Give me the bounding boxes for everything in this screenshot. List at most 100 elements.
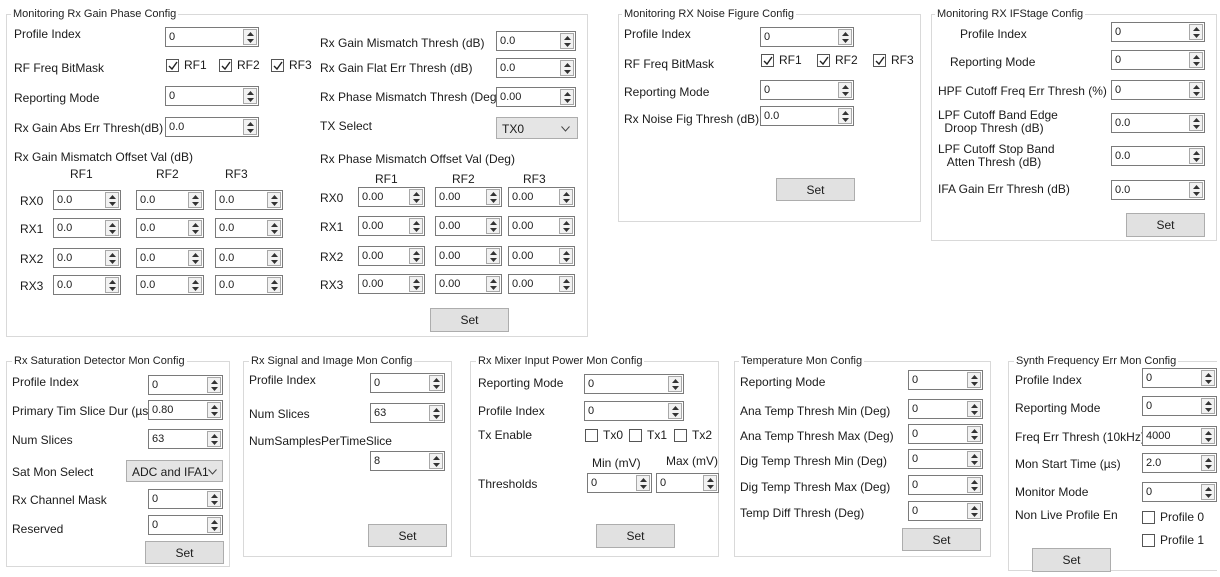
lpf-atten-spinner[interactable]: 0.0: [1111, 146, 1205, 166]
spin-arrows-icon[interactable]: [967, 426, 981, 442]
spin-arrows-icon[interactable]: [838, 108, 852, 124]
synth-profile-index-spinner[interactable]: 0: [1142, 368, 1217, 388]
spin-arrows-icon[interactable]: [207, 402, 221, 418]
channel-mask-spinner[interactable]: 0: [148, 489, 223, 509]
sat-num-slices-spinner[interactable]: 63: [148, 429, 223, 449]
hpf-cutoff-spinner[interactable]: 0: [1111, 80, 1205, 100]
signal-image-set-button[interactable]: Set: [368, 524, 447, 547]
spin-arrows-icon[interactable]: [207, 431, 221, 447]
spin-arrows-icon[interactable]: [559, 189, 573, 205]
spin-arrows-icon[interactable]: [486, 189, 500, 205]
gain-offset-spinner[interactable]: 0.0: [53, 275, 121, 295]
dig-temp-min-spinner[interactable]: 0: [908, 449, 983, 469]
spin-arrows-icon[interactable]: [1201, 484, 1215, 500]
spin-arrows-icon[interactable]: [188, 250, 202, 266]
spin-arrows-icon[interactable]: [105, 220, 119, 236]
nf-reporting-mode-spinner[interactable]: 0: [760, 80, 854, 100]
spin-arrows-icon[interactable]: [188, 192, 202, 208]
nf-thresh-spinner[interactable]: 0.0: [760, 106, 854, 126]
nf-profile-index-spinner[interactable]: 0: [760, 27, 854, 47]
spin-arrows-icon[interactable]: [838, 29, 852, 45]
spin-arrows-icon[interactable]: [559, 276, 573, 292]
spin-arrows-icon[interactable]: [1189, 115, 1203, 131]
ifstage-set-button[interactable]: Set: [1126, 213, 1205, 237]
spin-arrows-icon[interactable]: [967, 451, 981, 467]
phase-offset-spinner[interactable]: 0.00: [358, 246, 425, 266]
ana-temp-min-spinner[interactable]: 0: [908, 399, 983, 419]
min-threshold-spinner[interactable]: 0: [587, 473, 652, 493]
sat-profile-index-spinner[interactable]: 0: [148, 375, 223, 395]
mixer-profile-index-spinner[interactable]: 0: [584, 401, 684, 421]
dig-temp-max-spinner[interactable]: 0: [908, 475, 983, 495]
spin-arrows-icon[interactable]: [243, 29, 257, 45]
si-profile-index-spinner[interactable]: 0: [370, 373, 445, 393]
spin-arrows-icon[interactable]: [1189, 182, 1203, 198]
temp-diff-spinner[interactable]: 0: [908, 501, 983, 521]
spin-arrows-icon[interactable]: [409, 189, 423, 205]
spin-arrows-icon[interactable]: [267, 220, 281, 236]
phase-offset-spinner[interactable]: 0.00: [508, 274, 575, 294]
spin-arrows-icon[interactable]: [105, 277, 119, 293]
gain-offset-spinner[interactable]: 0.0: [215, 218, 283, 238]
spin-arrows-icon[interactable]: [1189, 52, 1203, 68]
spin-arrows-icon[interactable]: [838, 82, 852, 98]
reporting-mode-spinner[interactable]: 0: [165, 86, 259, 106]
spin-arrows-icon[interactable]: [429, 405, 443, 421]
spin-arrows-icon[interactable]: [560, 60, 574, 76]
reserved-spinner[interactable]: 0: [148, 515, 223, 535]
spin-arrows-icon[interactable]: [207, 377, 221, 393]
sat-mon-select-dropdown[interactable]: ADC and IFA1: [126, 460, 223, 482]
spin-arrows-icon[interactable]: [486, 218, 500, 234]
spin-arrows-icon[interactable]: [1201, 370, 1215, 386]
phase-offset-spinner[interactable]: 0.00: [435, 216, 502, 236]
samples-per-slice-spinner[interactable]: 8: [370, 451, 445, 471]
ana-temp-max-spinner[interactable]: 0: [908, 424, 983, 444]
si-num-slices-spinner[interactable]: 63: [370, 403, 445, 423]
tx-select-dropdown[interactable]: TX0: [496, 117, 578, 139]
spin-arrows-icon[interactable]: [967, 503, 981, 519]
spin-arrows-icon[interactable]: [703, 475, 717, 491]
gain-offset-spinner[interactable]: 0.0: [215, 275, 283, 295]
gain-offset-spinner[interactable]: 0.0: [136, 218, 204, 238]
mon-start-time-spinner[interactable]: 2.0: [1142, 453, 1217, 473]
phase-offset-spinner[interactable]: 0.00: [508, 187, 575, 207]
gain-offset-spinner[interactable]: 0.0: [215, 190, 283, 210]
gain-offset-spinner[interactable]: 0.0: [215, 248, 283, 268]
spin-arrows-icon[interactable]: [486, 248, 500, 264]
spin-arrows-icon[interactable]: [429, 453, 443, 469]
if-profile-index-spinner[interactable]: 0: [1111, 22, 1205, 42]
spin-arrows-icon[interactable]: [668, 403, 682, 419]
synth-set-button[interactable]: Set: [1032, 548, 1111, 572]
lpf-droop-spinner[interactable]: 0.0: [1111, 113, 1205, 133]
spin-arrows-icon[interactable]: [1201, 455, 1215, 471]
spin-arrows-icon[interactable]: [409, 218, 423, 234]
gain-offset-spinner[interactable]: 0.0: [53, 248, 121, 268]
spin-arrows-icon[interactable]: [1189, 148, 1203, 164]
gain-offset-spinner[interactable]: 0.0: [136, 190, 204, 210]
spin-arrows-icon[interactable]: [560, 89, 574, 105]
spin-arrows-icon[interactable]: [105, 192, 119, 208]
gain-flat-err-spinner[interactable]: 0.0: [496, 58, 576, 78]
rx-gain-phase-set-button[interactable]: Set: [430, 308, 509, 332]
spin-arrows-icon[interactable]: [243, 88, 257, 104]
phase-offset-spinner[interactable]: 0.00: [435, 274, 502, 294]
spin-arrows-icon[interactable]: [1201, 398, 1215, 414]
gain-offset-spinner[interactable]: 0.0: [136, 275, 204, 295]
spin-arrows-icon[interactable]: [1189, 24, 1203, 40]
phase-offset-spinner[interactable]: 0.00: [358, 187, 425, 207]
spin-arrows-icon[interactable]: [429, 375, 443, 391]
if-reporting-mode-spinner[interactable]: 0: [1111, 50, 1205, 70]
profile-index-spinner[interactable]: 0: [165, 27, 259, 47]
spin-arrows-icon[interactable]: [188, 277, 202, 293]
saturation-set-button[interactable]: Set: [145, 541, 224, 564]
temp-reporting-mode-spinner[interactable]: 0: [908, 370, 983, 390]
temperature-set-button[interactable]: Set: [902, 528, 981, 551]
phase-offset-spinner[interactable]: 0.00: [358, 216, 425, 236]
spin-arrows-icon[interactable]: [559, 248, 573, 264]
spin-arrows-icon[interactable]: [243, 119, 257, 135]
spin-arrows-icon[interactable]: [409, 248, 423, 264]
gain-offset-spinner[interactable]: 0.0: [53, 218, 121, 238]
phase-offset-spinner[interactable]: 0.00: [358, 274, 425, 294]
spin-arrows-icon[interactable]: [188, 220, 202, 236]
spin-arrows-icon[interactable]: [105, 250, 119, 266]
